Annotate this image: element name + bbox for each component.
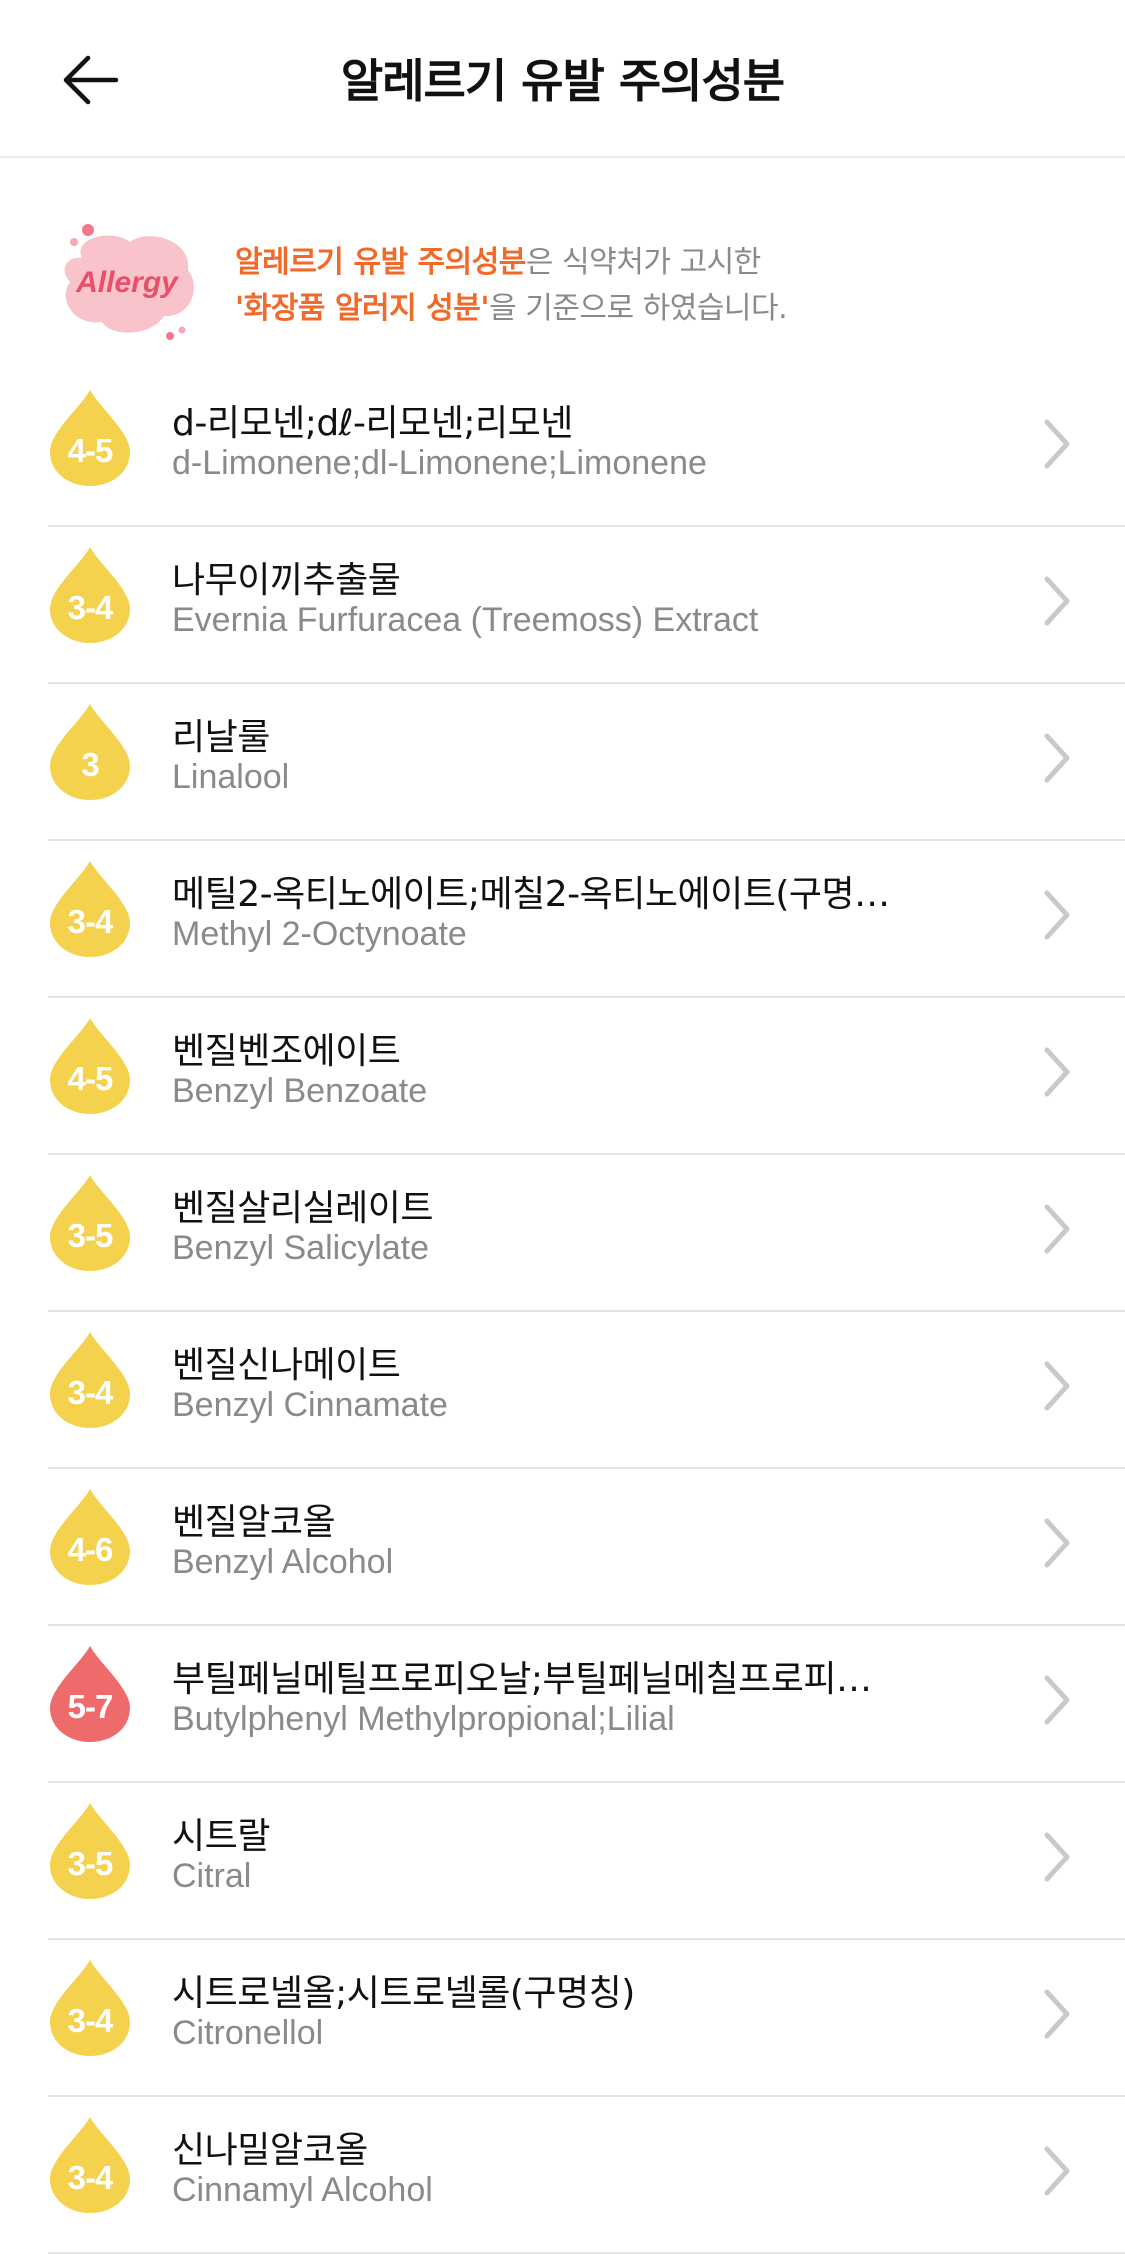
score-label: 3-5 [67,1845,114,1882]
ingredient-name-ko: 리날룰 [172,717,270,758]
ingredient-name-en: Methyl 2-Octynoate [172,915,467,953]
ingredient-name-ko: 벤질알코올 [172,1502,336,1543]
score-drop-icon: 4-5 [48,388,132,488]
ingredient-name-en: Benzyl Cinnamate [172,1386,448,1424]
notice-text: 알레르기 유발 주의성분은 식약처가 고시한 '화장품 알러지 성분'을 기준으… [235,240,788,332]
chevron-right-icon [1037,2143,1077,2199]
ingredient-name-ko: 벤질신나메이트 [172,1345,401,1386]
notice-highlight-2: '화장품 알러지 성분' [235,291,490,326]
chevron-right-icon [1037,887,1077,943]
ingredient-row[interactable]: 3-5 시트랄 Citral [48,1783,1125,1940]
ingredient-list: 4-5 d-리모넨;dℓ-리모넨;리모넨 d-Limonene;dl-Limon… [0,370,1125,2254]
ingredient-row[interactable]: 4-6 벤질알코올 Benzyl Alcohol [48,1469,1125,1626]
ingredient-row[interactable]: 3-4 메틸2-옥티노에이트;메칠2-옥티노에이트(구명… Methyl 2-O… [48,841,1125,998]
chevron-right-icon [1037,1672,1077,1728]
ingredient-name-en: d-Limonene;dl-Limonene;Limonene [172,444,707,482]
score-label: 3-4 [67,903,114,940]
chevron-right-icon [1037,1201,1077,1257]
ingredient-name-en: Benzyl Alcohol [172,1543,394,1581]
chevron-right-icon [1037,416,1077,472]
score-label: 3-5 [67,1217,114,1254]
ingredient-name-en: Butylphenyl Methylpropional;Lilial [172,1700,675,1738]
ingredient-name-ko: 시트랄 [172,1816,270,1857]
score-drop-icon: 4-6 [48,1487,132,1587]
score-drop-icon: 3-4 [48,1958,132,2058]
ingredient-row[interactable]: 5-7 부틸페닐메틸프로피오날;부틸페닐메칠프로피… Butylphenyl M… [48,1626,1125,1783]
score-label: 3-4 [67,1374,114,1411]
ingredient-row[interactable]: 4-5 벤질벤조에이트 Benzyl Benzoate [48,998,1125,1155]
score-drop-icon: 3-5 [48,1801,132,1901]
arrow-left-icon [63,55,119,105]
score-drop-icon: 3-4 [48,545,132,645]
ingredient-name-en: Linalool [172,758,290,796]
score-label: 3 [81,746,99,783]
ingredient-name-en: Cinnamyl Alcohol [172,2171,433,2209]
ingredient-row[interactable]: 4-5 d-리모넨;dℓ-리모넨;리모넨 d-Limonene;dl-Limon… [48,370,1125,527]
chevron-right-icon [1037,1829,1077,1885]
ingredient-row[interactable]: 3 리날룰 Linalool [48,684,1125,841]
top-bar: 알레르기 유발 주의성분 [0,0,1125,158]
svg-text:Allergy: Allergy [75,266,179,299]
ingredient-name-ko: 신나밀알코올 [172,2130,368,2171]
ingredient-name-ko: 시트로넬올;시트로넬롤(구명칭) [172,1973,635,2014]
notice-banner: Allergy 알레르기 유발 주의성분은 식약처가 고시한 '화장품 알러지 … [0,158,1125,370]
ingredient-name-ko: 부틸페닐메틸프로피오날;부틸페닐메칠프로피… [172,1659,872,1700]
score-label: 3-4 [67,2002,114,2039]
score-label: 4-5 [67,432,114,469]
chevron-right-icon [1037,730,1077,786]
score-label: 3-4 [67,2159,114,2196]
chevron-right-icon [1037,573,1077,629]
score-drop-icon: 3-4 [48,859,132,959]
score-drop-icon: 3 [48,702,132,802]
notice-highlight-1: 알레르기 유발 주의성분 [235,245,526,280]
notice-text-1: 은 식약처가 고시한 [525,245,761,280]
ingredient-name-en: Citral [172,1857,252,1895]
chevron-right-icon [1037,1986,1077,2042]
ingredient-row[interactable]: 3-4 시트로넬올;시트로넬롤(구명칭) Citronellol [48,1940,1125,2097]
allergy-badge-icon: Allergy [52,218,202,348]
score-label: 4-5 [67,1060,114,1097]
chevron-right-icon [1037,1358,1077,1414]
ingredient-name-en: Citronellol [172,2014,324,2052]
ingredient-name-ko: 벤질벤조에이트 [172,1031,401,1072]
chevron-right-icon [1037,1515,1077,1571]
score-label: 5-7 [67,1688,114,1725]
back-button[interactable] [50,40,130,120]
ingredient-row[interactable]: 3-5 벤질살리실레이트 Benzyl Salicylate [48,1155,1125,1312]
score-drop-icon: 4-5 [48,1016,132,1116]
ingredient-name-en: Benzyl Salicylate [172,1229,430,1267]
score-label: 4-6 [67,1531,114,1568]
ingredient-name-ko: 나무이끼추출물 [172,560,401,601]
score-drop-icon: 5-7 [48,1644,132,1744]
ingredient-name-ko: 메틸2-옥티노에이트;메칠2-옥티노에이트(구명… [172,874,890,915]
ingredient-row[interactable]: 3-4 벤질신나메이트 Benzyl Cinnamate [48,1312,1125,1469]
score-drop-icon: 3-4 [48,2115,132,2215]
ingredient-name-en: Benzyl Benzoate [172,1072,428,1110]
ingredient-name-en: Evernia Furfuracea (Treemoss) Extract [172,601,759,639]
notice-text-2: 을 기준으로 하였습니다. [489,291,788,326]
ingredient-name-ko: 벤질살리실레이트 [172,1188,433,1229]
page-title: 알레르기 유발 주의성분 [340,54,785,108]
ingredient-name-ko: d-리모넨;dℓ-리모넨;리모넨 [172,403,573,444]
score-label: 3-4 [67,589,114,626]
score-drop-icon: 3-4 [48,1330,132,1430]
ingredient-row[interactable]: 3-4 나무이끼추출물 Evernia Furfuracea (Treemoss… [48,527,1125,684]
ingredient-row[interactable]: 3-4 신나밀알코올 Cinnamyl Alcohol [48,2097,1125,2254]
chevron-right-icon [1037,1044,1077,1100]
score-drop-icon: 3-5 [48,1173,132,1273]
